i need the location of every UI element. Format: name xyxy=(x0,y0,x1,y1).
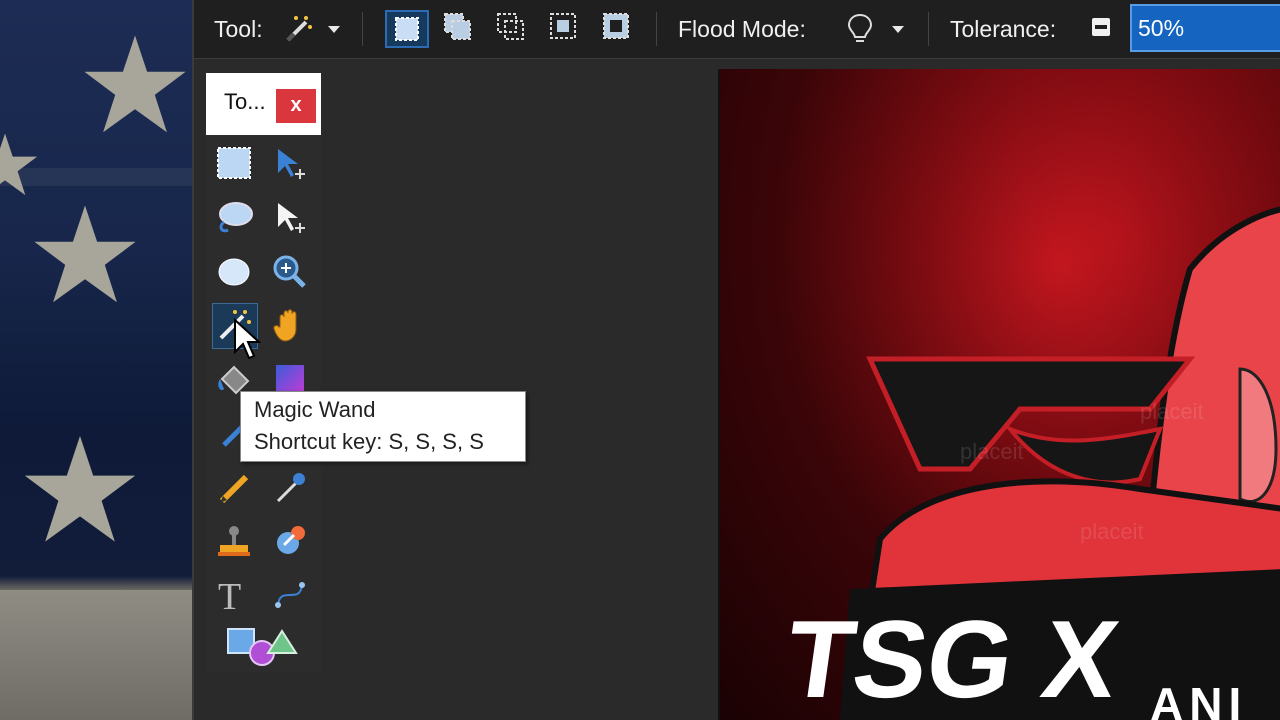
logo-text: TSG X xyxy=(778,598,1125,720)
pencil-icon xyxy=(219,474,249,504)
exclude-selection-icon xyxy=(497,13,524,40)
tool-tooltip: Magic Wand Shortcut key: S, S, S, S xyxy=(240,391,526,462)
pencil-tool[interactable] xyxy=(214,467,254,507)
watermark-text: placeit xyxy=(960,439,1024,464)
tooltip-title: Magic Wand xyxy=(254,397,376,422)
magic-wand-icon xyxy=(286,16,312,42)
flag-star xyxy=(0,133,38,196)
paint-dotnet-window: Tool: Flood Mode: Tolerance: 50% TSG X A… xyxy=(192,0,1280,720)
text-tool[interactable]: T xyxy=(214,575,254,618)
move-selection-icon xyxy=(278,203,305,233)
flood-mode-dropdown[interactable] xyxy=(842,8,914,50)
rectangle-select-tool[interactable] xyxy=(214,143,254,183)
clone-stamp-tool[interactable] xyxy=(214,521,254,561)
zoom-icon xyxy=(273,255,306,288)
clone-stamp-icon xyxy=(218,526,250,556)
color-picker-tool[interactable] xyxy=(270,467,310,507)
lasso-select-icon xyxy=(219,202,253,233)
line-curve-icon xyxy=(275,582,305,608)
recolor-icon xyxy=(277,526,305,554)
move-selection-tool[interactable] xyxy=(270,197,310,237)
rectangle-select-icon xyxy=(217,147,251,179)
exclude-selection-button[interactable] xyxy=(491,10,535,48)
flag-white-stripe xyxy=(0,590,192,720)
pan-icon xyxy=(273,309,297,342)
watermark-text: placeit xyxy=(1080,519,1144,544)
lasso-select-tool[interactable] xyxy=(214,197,254,237)
ellipse-select-icon xyxy=(218,258,250,286)
tools-window-title: To... xyxy=(224,89,266,114)
toolbar-divider xyxy=(656,12,657,46)
esports-logo: TSG X ANI placeit placeit placeit xyxy=(720,69,1280,720)
svg-text:T: T xyxy=(218,576,241,615)
flag-star xyxy=(84,35,186,133)
tools-window: To... x T xyxy=(206,73,321,673)
tool-options-toolbar: Tool: Flood Mode: Tolerance: 50% xyxy=(194,0,1280,59)
tooltip-shortcut: Shortcut key: S, S, S, S xyxy=(254,429,484,454)
canvas-image[interactable]: TSG X ANI placeit placeit placeit xyxy=(718,69,1280,720)
tolerance-slider[interactable]: 50% xyxy=(1130,4,1280,52)
flag-star xyxy=(34,205,136,303)
shapes-icon xyxy=(227,628,298,666)
tools-window-titlebar[interactable]: To... x xyxy=(206,73,321,135)
flag-star xyxy=(24,436,136,542)
zoom-tool[interactable] xyxy=(270,251,310,291)
intersect-selection-button[interactable] xyxy=(544,10,588,48)
close-button[interactable]: x xyxy=(276,89,316,123)
lightbulb-icon xyxy=(847,13,873,42)
text-icon: T xyxy=(218,576,241,618)
pan-tool[interactable] xyxy=(270,305,310,345)
invert-selection-button[interactable] xyxy=(597,10,641,48)
invert-selection-icon xyxy=(603,13,629,39)
tolerance-label: Tolerance: xyxy=(950,16,1057,42)
union-selection-button[interactable] xyxy=(438,10,482,48)
tolerance-decrease-button[interactable] xyxy=(1092,18,1110,36)
ellipse-select-tool[interactable] xyxy=(214,251,254,291)
color-picker-icon xyxy=(276,473,305,503)
canvas-workspace[interactable]: TSG X ANI placeit placeit placeit To... … xyxy=(194,59,1280,720)
shapes-tool[interactable] xyxy=(224,623,304,669)
intersect-selection-icon xyxy=(550,13,576,39)
mouse-cursor-icon xyxy=(234,318,261,360)
desktop-background xyxy=(0,0,192,720)
tool-selector-dropdown[interactable] xyxy=(276,10,346,48)
logo-subtext: ANI xyxy=(1150,678,1247,720)
move-selected-pixels-tool[interactable] xyxy=(270,143,310,183)
chevron-down-icon xyxy=(328,26,340,33)
toolbar-divider xyxy=(928,12,929,46)
line-curve-tool[interactable] xyxy=(270,575,310,615)
recolor-tool[interactable] xyxy=(270,521,310,561)
toolbar-divider xyxy=(362,12,363,46)
replace-selection-button[interactable] xyxy=(385,10,429,48)
union-selection-icon xyxy=(444,13,471,40)
flood-mode-label: Flood Mode: xyxy=(678,16,806,42)
move-selected-icon xyxy=(278,149,305,179)
tool-label: Tool: xyxy=(214,16,263,42)
replace-selection-icon xyxy=(395,17,419,41)
chevron-down-icon xyxy=(892,26,904,33)
watermark-text: placeit xyxy=(1140,399,1204,424)
